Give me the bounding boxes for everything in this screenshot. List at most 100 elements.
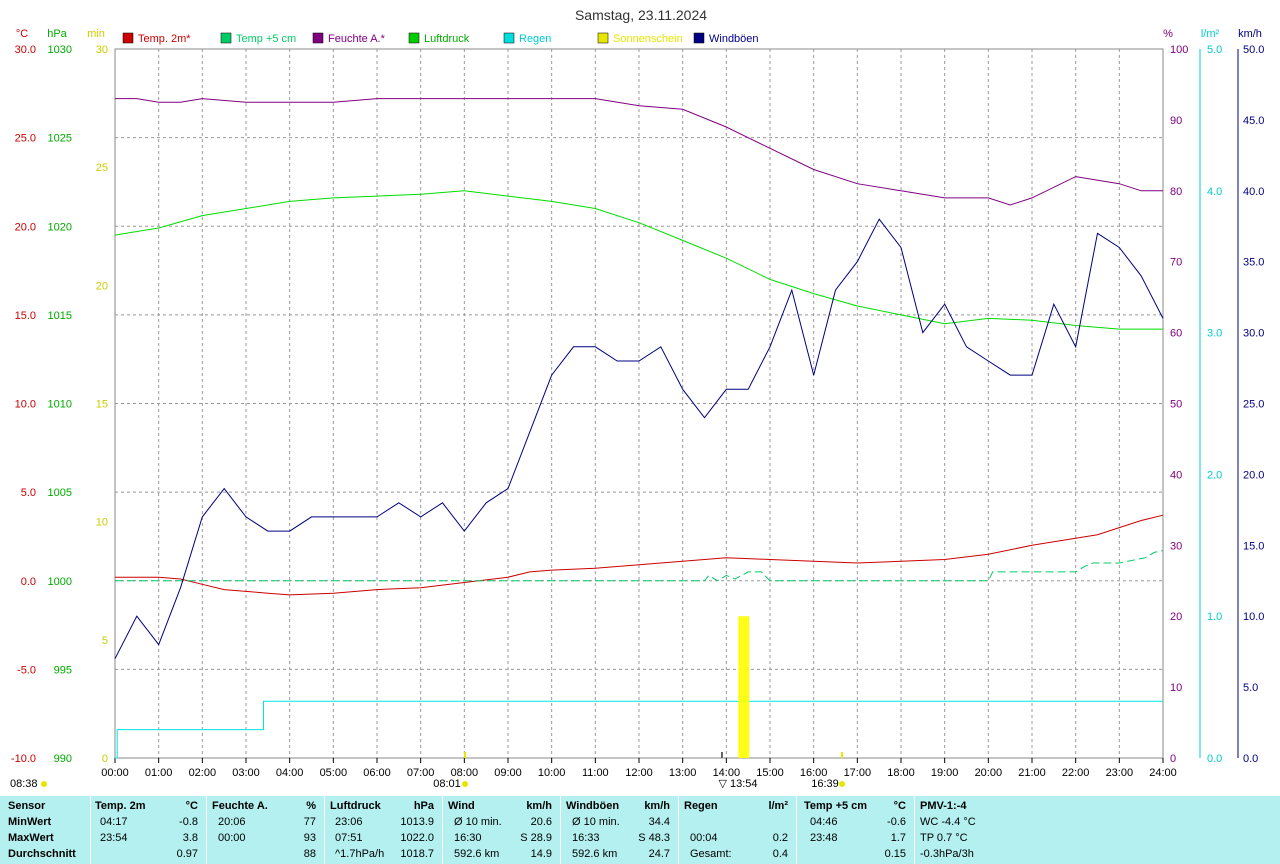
gust-axis-tick-6: 20.0	[1243, 469, 1264, 481]
pressure-axis-tick-3: 1015	[48, 310, 72, 322]
temp-axis-tick-7: -5.0	[17, 664, 36, 676]
sunshine-bar-3	[744, 616, 747, 758]
x-tick-3: 03:00	[232, 767, 260, 779]
humidity-axis-tick-4: 60	[1170, 328, 1182, 340]
x-tick-24: 24:00	[1149, 767, 1177, 779]
stats-separator-7	[914, 796, 915, 864]
row-min-p: 1013.9	[400, 816, 434, 828]
x-tick-5: 05:00	[320, 767, 348, 779]
row-min-t5-time: 04:46	[810, 816, 838, 828]
unit-temp: °C	[16, 28, 28, 40]
rain-axis-tick-3: 2.0	[1207, 469, 1222, 481]
legend-swatch-3	[408, 32, 420, 44]
temp-axis-tick-8: -10.0	[11, 753, 36, 765]
row-avg-r: 0.4	[772, 848, 788, 860]
sunrise-sun-icon	[462, 781, 469, 787]
row-min-t2-time: 04:17	[100, 816, 128, 828]
x-tick-12: 12:00	[625, 767, 653, 779]
unit-pressure: hPa	[47, 28, 67, 40]
pressure-axis-tick-6: 1000	[48, 576, 72, 588]
pressure-axis-tick-1: 1025	[48, 133, 72, 145]
weather-chart: Samstag, 23.11.2024 Temp. 2m* Temp +5 cm F…	[10, 7, 1264, 790]
legend-swatch-4	[503, 32, 515, 44]
sunshine-axis-tick-3: 15	[96, 399, 108, 411]
x-tick-4: 04:00	[276, 767, 304, 779]
gust-axis-tick-1: 45.0	[1243, 115, 1264, 127]
row-max-pmv: TP 0.7 °C	[920, 832, 968, 844]
row-max-h-time: 00:00	[218, 832, 246, 844]
row-min-label: MinWert	[8, 816, 52, 828]
pressure-axis-tick-2: 1020	[48, 221, 72, 233]
rain-axis-tick-1: 4.0	[1207, 186, 1222, 198]
temp-axis-tick-5: 5.0	[21, 487, 36, 499]
humidity-axis-tick-2: 80	[1170, 186, 1182, 198]
row-avg-g: 24.7	[648, 848, 670, 860]
humidity-axis-tick-8: 20	[1170, 611, 1182, 623]
row-avg-g-label: 592.6 km	[572, 848, 618, 860]
stats-separator-3	[442, 796, 443, 864]
row-avg-h: 88	[303, 848, 316, 860]
moonrise-label: 08:38	[10, 778, 38, 790]
header-pmv: PMV-1:-4	[920, 800, 967, 812]
row-min-g-label: Ø 10 min.	[572, 816, 620, 828]
header-rain: Regen	[684, 800, 718, 812]
humidity-axis-tick-5: 50	[1170, 399, 1182, 411]
legend-label-2: Feuchte A.*	[328, 33, 386, 45]
chart-title: Samstag, 23.11.2024	[575, 7, 707, 23]
row-max-w: S 28.9	[520, 832, 552, 844]
stats-separator-1	[206, 796, 207, 864]
temp-axis-tick-1: 25.0	[15, 133, 36, 145]
temp-axis-tick-4: 10.0	[15, 399, 36, 411]
row-max-p-time: 07:51	[335, 832, 363, 844]
row-avg-w: 14.9	[530, 848, 552, 860]
pressure-axis-tick-4: 1010	[48, 399, 72, 411]
unit-sunshine: min	[87, 28, 105, 40]
row-avg-p-time: ^1.7hPa/h	[335, 848, 385, 860]
gust-axis-tick-2: 40.0	[1243, 186, 1264, 198]
gust-axis-tick-4: 30.0	[1243, 328, 1264, 340]
row-max-w-label: 16:30	[454, 832, 482, 844]
pressure-axis-tick-7: 995	[54, 664, 72, 676]
legend-swatch-2	[312, 32, 324, 44]
row-avg-w-label: 592.6 km	[454, 848, 500, 860]
row-avg-p: 1018.7	[400, 848, 434, 860]
legend: Temp. 2m* Temp +5 cm Feuchte A.* Luftdruck R…	[122, 32, 759, 45]
x-tick-10: 10:00	[538, 767, 566, 779]
temp-axis-tick-2: 20.0	[15, 221, 36, 233]
gust-axis-tick-9: 5.0	[1243, 682, 1258, 694]
sunshine-axis-tick-0: 30	[96, 44, 108, 56]
row-max-h: 93	[303, 832, 316, 844]
row-min-g: 34.4	[648, 816, 670, 828]
header-gusts: Windböen	[566, 800, 620, 812]
x-tick-17: 17:00	[844, 767, 872, 779]
pressure-axis-tick-5: 1005	[48, 487, 72, 499]
stats-panel: Sensor Temp. 2m °C Feuchte A.% Luftdruck hPa W…	[0, 796, 1280, 864]
row-max-t2-time: 23:54	[100, 832, 128, 844]
row-min-t2: -0.8	[179, 816, 198, 828]
x-tick-9: 09:00	[494, 767, 522, 779]
row-avg-pmv: -0.3hPa/3h	[920, 848, 974, 860]
temp-axis-tick-0: 30.0	[15, 44, 36, 56]
header-wind-unit: km/h	[526, 800, 552, 812]
pressure-axis-tick-0: 1030	[48, 44, 72, 56]
header-rain-unit: l/m²	[768, 800, 788, 812]
gust-axis-tick-8: 10.0	[1243, 611, 1264, 623]
rain-axis-tick-4: 1.0	[1207, 611, 1222, 623]
x-tick-7: 07:00	[407, 767, 435, 779]
x-tick-18: 18:00	[887, 767, 915, 779]
sunshine-bar-4	[747, 616, 750, 758]
gust-axis-tick-10: 0.0	[1243, 753, 1258, 765]
header-humidity: Feuchte A.	[212, 800, 268, 812]
unit-rain: l/m²	[1201, 28, 1220, 40]
header-humidity-unit: %	[306, 800, 316, 812]
x-tick-21: 21:00	[1018, 767, 1046, 779]
header-pressure-unit: hPa	[413, 800, 434, 812]
legend-label-6: Windböen	[709, 33, 759, 45]
x-tick-19: 19:00	[931, 767, 959, 779]
legend-label-5: Sonnenschein	[613, 33, 683, 45]
x-tick-22: 22:00	[1062, 767, 1090, 779]
humidity-axis-tick-9: 10	[1170, 682, 1182, 694]
sunshine-axis-tick-5: 5	[102, 635, 108, 647]
x-tick-6: 06:00	[363, 767, 391, 779]
rain-axis-tick-2: 3.0	[1207, 328, 1222, 340]
